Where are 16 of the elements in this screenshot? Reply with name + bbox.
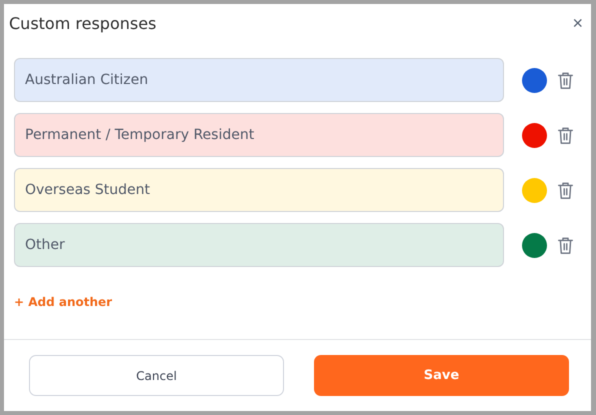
color-dot[interactable] <box>522 232 547 258</box>
response-field[interactable]: Overseas Student <box>14 168 504 212</box>
dialog-title: Custom responses <box>9 14 156 33</box>
trash-icon[interactable] <box>557 180 574 200</box>
color-dot[interactable] <box>522 122 547 148</box>
response-field[interactable]: Other <box>14 223 504 267</box>
color-dot[interactable] <box>522 178 547 202</box>
cancel-button[interactable]: Cancel <box>29 355 284 396</box>
add-another-link[interactable]: + Add another <box>14 295 112 309</box>
color-dot[interactable] <box>522 68 547 92</box>
response-field[interactable]: Permanent / Temporary Resident <box>14 113 504 157</box>
close-button[interactable]: × <box>572 14 583 32</box>
response-field[interactable]: Australian Citizen <box>14 58 504 102</box>
trash-icon[interactable] <box>557 70 574 90</box>
trash-icon[interactable] <box>557 236 574 254</box>
trash-icon[interactable] <box>557 126 574 144</box>
